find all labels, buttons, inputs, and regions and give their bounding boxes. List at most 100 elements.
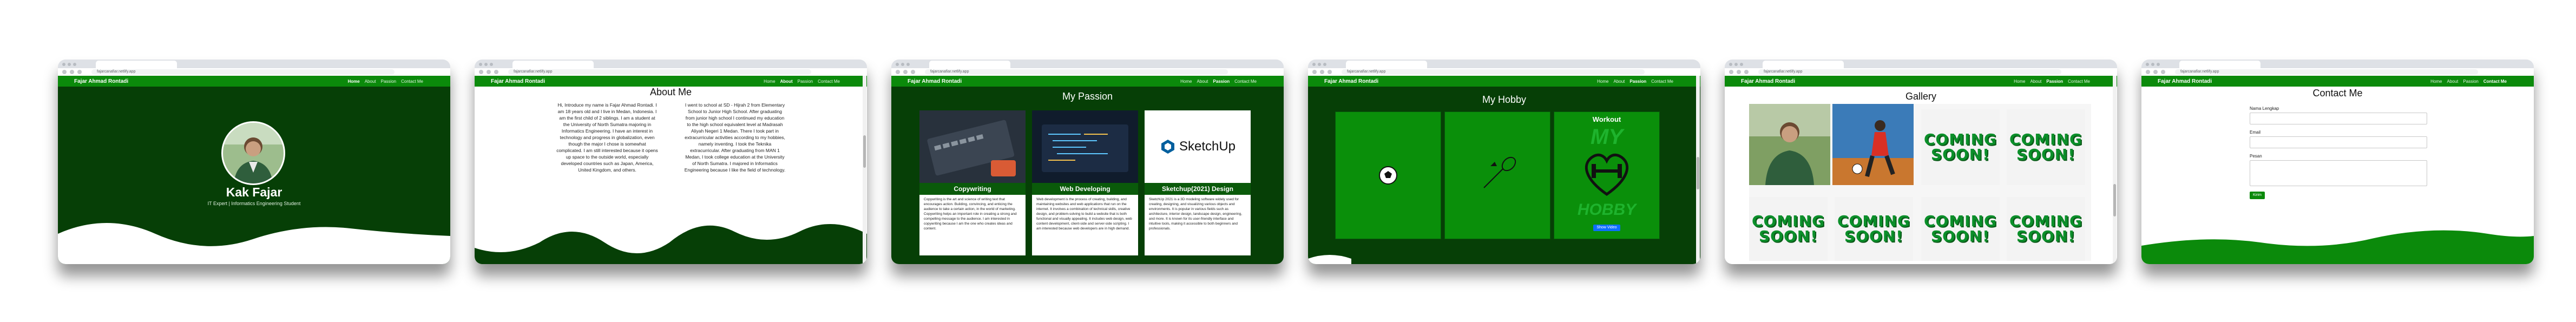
- nav-about[interactable]: About: [2447, 79, 2459, 84]
- url-field[interactable]: fajarcanafiar.netlify.app: [91, 69, 395, 75]
- back-icon[interactable]: [1729, 70, 1733, 74]
- reload-icon[interactable]: [494, 70, 498, 74]
- nav-contact[interactable]: Contact Me: [2068, 79, 2090, 84]
- window-dot-icon[interactable]: [479, 63, 482, 66]
- nav-passion[interactable]: Passion: [2046, 79, 2063, 84]
- brand[interactable]: Fajar Ahmad Rontadi: [491, 78, 545, 84]
- window-dot-icon[interactable]: [1729, 63, 1732, 66]
- fullname-input[interactable]: [2250, 113, 2427, 124]
- browser-tab[interactable]: [512, 61, 594, 68]
- forward-icon[interactable]: [903, 70, 908, 74]
- window-dot-icon[interactable]: [1740, 63, 1743, 66]
- hobby-tile-workout[interactable]: Workout MY HOBBY Show Video: [1554, 111, 1660, 239]
- back-icon[interactable]: [1312, 70, 1317, 74]
- nav-contact[interactable]: Contact Me: [401, 79, 423, 84]
- reload-icon[interactable]: [911, 70, 915, 74]
- reload-icon[interactable]: [77, 70, 82, 74]
- show-video-button[interactable]: Show Video: [1593, 225, 1620, 231]
- forward-icon[interactable]: [487, 70, 491, 74]
- scrollbar-thumb[interactable]: [2113, 184, 2116, 216]
- brand[interactable]: Fajar Ahmad Rontadi: [2158, 78, 2212, 84]
- nav-passion[interactable]: Passion: [2463, 79, 2478, 84]
- nav-about[interactable]: About: [2030, 79, 2042, 84]
- url-field[interactable]: fajarcanafiar.netlify.app: [508, 69, 811, 75]
- forward-icon[interactable]: [1737, 70, 1741, 74]
- window-dot-icon[interactable]: [1323, 63, 1326, 66]
- nav-contact[interactable]: Contact Me: [1234, 79, 1257, 84]
- email-input[interactable]: [2250, 136, 2427, 148]
- screenshot-contact: fajarcanafiar.netlify.app Fajar Ahmad Ro…: [2141, 60, 2534, 264]
- back-icon[interactable]: [896, 70, 900, 74]
- forward-icon[interactable]: [70, 70, 74, 74]
- scrollbar[interactable]: [863, 76, 866, 264]
- nav-passion[interactable]: Passion: [1629, 79, 1646, 84]
- nav-passion[interactable]: Passion: [381, 79, 396, 84]
- hobby-tile-football[interactable]: [1335, 111, 1441, 239]
- window-dot-icon[interactable]: [68, 63, 71, 66]
- window-dot-icon[interactable]: [1318, 63, 1321, 66]
- window-dot-icon[interactable]: [901, 63, 904, 66]
- brand[interactable]: Fajar Ahmad Rontadi: [74, 78, 128, 84]
- hobby-tile-badminton[interactable]: [1444, 111, 1550, 239]
- nav-about[interactable]: About: [365, 79, 376, 84]
- nav-about[interactable]: About: [780, 79, 793, 84]
- nav-passion[interactable]: Passion: [1213, 79, 1230, 84]
- window-dot-icon[interactable]: [1312, 63, 1316, 66]
- nav-contact[interactable]: Contact Me: [1651, 79, 1673, 84]
- reload-icon[interactable]: [2161, 70, 2165, 74]
- url-field[interactable]: fajarcanafiar.netlify.app: [1758, 69, 2061, 75]
- profile-name: Kak Fajar: [226, 185, 282, 199]
- gallery-photo-2[interactable]: [1832, 104, 1914, 185]
- scrollbar-thumb[interactable]: [863, 135, 866, 168]
- submit-button[interactable]: Kirim: [2250, 192, 2265, 199]
- nav-contact[interactable]: Contact Me: [2483, 79, 2507, 84]
- browser-tab[interactable]: [1763, 61, 1844, 68]
- nav-home[interactable]: Home: [1597, 79, 1608, 84]
- scrollbar[interactable]: [2113, 76, 2117, 264]
- coming-soon-placeholder: COMING SOON!: [2007, 197, 2085, 261]
- back-icon[interactable]: [2146, 70, 2150, 74]
- nav-home[interactable]: Home: [764, 79, 775, 84]
- url-field[interactable]: fajarcanafiar.netlify.app: [1342, 69, 1645, 75]
- navbar: Fajar Ahmad Rontadi Home About Passion C…: [2141, 76, 2534, 87]
- scrollbar-thumb[interactable]: [1697, 157, 1699, 189]
- browser-tab[interactable]: [1346, 61, 1427, 68]
- nav-home[interactable]: Home: [1180, 79, 1192, 84]
- window-dot-icon[interactable]: [896, 63, 899, 66]
- nav-home[interactable]: Home: [2430, 79, 2442, 84]
- reload-icon[interactable]: [1744, 70, 1749, 74]
- scrollbar[interactable]: [1696, 76, 1700, 264]
- message-textarea[interactable]: [2250, 160, 2427, 186]
- window-dot-icon[interactable]: [906, 63, 910, 66]
- nav-about[interactable]: About: [1197, 79, 1208, 84]
- forward-icon[interactable]: [1320, 70, 1324, 74]
- window-dot-icon[interactable]: [2157, 63, 2160, 66]
- gallery-photo-1[interactable]: [1749, 104, 1830, 185]
- window-dot-icon[interactable]: [1734, 63, 1738, 66]
- brand[interactable]: Fajar Ahmad Rontadi: [1324, 78, 1378, 84]
- window-dot-icon[interactable]: [484, 63, 488, 66]
- window-dot-icon[interactable]: [490, 63, 493, 66]
- window-dot-icon[interactable]: [73, 63, 76, 66]
- window-dot-icon[interactable]: [2151, 63, 2154, 66]
- browser-tab[interactable]: [2179, 61, 2260, 68]
- bottom-wave: [2141, 230, 2534, 264]
- brand[interactable]: Fajar Ahmad Rontadi: [908, 78, 962, 84]
- brand[interactable]: Fajar Ahmad Rontadi: [1741, 78, 1795, 84]
- back-icon[interactable]: [479, 70, 483, 74]
- nav-contact[interactable]: Contact Me: [818, 79, 840, 84]
- nav-about[interactable]: About: [1614, 79, 1625, 84]
- window-dot-icon[interactable]: [2146, 63, 2149, 66]
- nav-home[interactable]: Home: [347, 79, 359, 84]
- forward-icon[interactable]: [2153, 70, 2158, 74]
- url-field[interactable]: fajarcanafiar.netlify.app: [925, 69, 1228, 75]
- nav-passion[interactable]: Passion: [798, 79, 813, 84]
- nav-home[interactable]: Home: [2014, 79, 2025, 84]
- back-icon[interactable]: [62, 70, 67, 74]
- browser-tab[interactable]: [96, 61, 177, 68]
- url-field[interactable]: fajarcanafiar.netlify.app: [2175, 69, 2478, 75]
- avatar: [221, 121, 285, 185]
- reload-icon[interactable]: [1328, 70, 1332, 74]
- window-dot-icon[interactable]: [62, 63, 65, 66]
- browser-tab[interactable]: [929, 61, 1010, 68]
